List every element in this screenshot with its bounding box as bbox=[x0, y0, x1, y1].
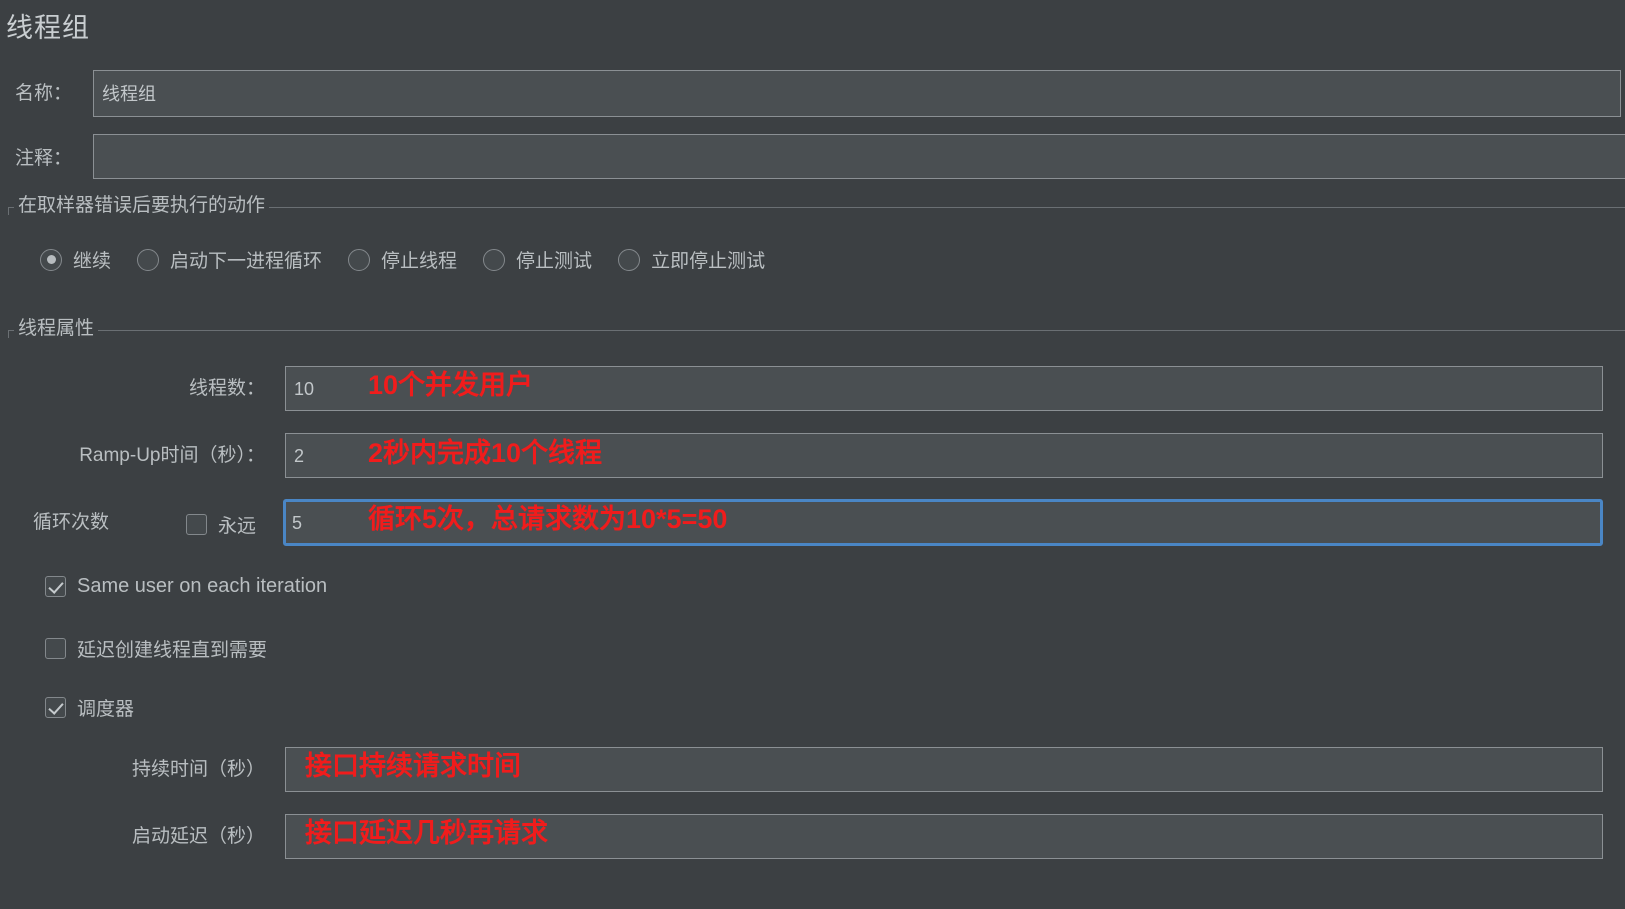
radio-option-continue[interactable]: 继续 bbox=[40, 246, 111, 273]
loop-forever-label: 永远 bbox=[218, 516, 257, 537]
radio-label-stop-test-now: 立即停止测试 bbox=[651, 251, 766, 272]
ramp-up-input[interactable]: 2 bbox=[285, 433, 1603, 478]
radio-icon-stop-test-now bbox=[618, 248, 641, 271]
thread-group-panel: 线程组 名称： 线程组 注释： 在取样器错误后要执行的动作 继续 启动下一进程循… bbox=[0, 0, 1625, 909]
radio-label-stop-test: 停止测试 bbox=[516, 251, 593, 272]
thread-properties-group-tick bbox=[8, 330, 9, 338]
radio-icon-continue bbox=[40, 248, 62, 271]
comment-input[interactable] bbox=[93, 134, 1625, 179]
checkbox-icon-delayed-start bbox=[45, 638, 66, 659]
radio-label-continue: 继续 bbox=[73, 251, 112, 272]
startup-delay-label: 启动延迟（秒） bbox=[131, 826, 265, 847]
num-threads-input[interactable]: 10 bbox=[285, 366, 1603, 411]
name-input[interactable]: 线程组 bbox=[93, 70, 1621, 117]
duration-label: 持续时间（秒） bbox=[131, 759, 265, 780]
page-title: 线程组 bbox=[6, 13, 90, 43]
sampler-error-group-tick bbox=[8, 207, 9, 215]
sampler-error-radio-group: 继续 启动下一进程循环 停止线程 停止测试 立即停止测试 bbox=[40, 246, 791, 273]
loop-count-input[interactable]: 5 bbox=[283, 499, 1603, 546]
checkbox-icon-scheduler bbox=[45, 697, 66, 718]
thread-properties-group-title: 线程属性 bbox=[14, 319, 99, 339]
radio-option-stop-test[interactable]: 停止测试 bbox=[483, 246, 592, 273]
checkbox-icon-same-user bbox=[45, 576, 66, 597]
sampler-error-group-title: 在取样器错误后要执行的动作 bbox=[14, 196, 270, 216]
same-user-label: Same user on each iteration bbox=[77, 575, 328, 597]
same-user-checkbox[interactable]: Same user on each iteration bbox=[45, 575, 327, 598]
scheduler-label: 调度器 bbox=[77, 699, 135, 720]
thread-properties-group-border bbox=[8, 330, 1625, 331]
num-threads-value: 10 bbox=[294, 378, 315, 399]
name-input-value: 线程组 bbox=[102, 83, 156, 104]
startup-delay-input[interactable] bbox=[285, 814, 1603, 859]
radio-icon-start-next-loop bbox=[137, 248, 160, 271]
comment-label: 注释： bbox=[14, 148, 72, 169]
radio-option-stop-test-now[interactable]: 立即停止测试 bbox=[618, 246, 765, 273]
loop-count-value: 5 bbox=[292, 512, 303, 533]
checkbox-icon-forever bbox=[186, 514, 207, 535]
ramp-up-label: Ramp-Up时间（秒）： bbox=[79, 445, 265, 466]
radio-option-start-next-loop[interactable]: 启动下一进程循环 bbox=[137, 246, 322, 273]
delayed-start-label: 延迟创建线程直到需要 bbox=[77, 640, 268, 661]
scheduler-checkbox[interactable]: 调度器 bbox=[45, 694, 134, 721]
num-threads-label: 线程数： bbox=[188, 378, 265, 399]
radio-icon-stop-thread bbox=[348, 248, 371, 271]
radio-label-start-next-loop: 启动下一进程循环 bbox=[170, 251, 323, 272]
loop-count-label: 循环次数 bbox=[33, 512, 110, 533]
radio-label-stop-thread: 停止线程 bbox=[381, 251, 458, 272]
radio-icon-stop-test bbox=[483, 248, 506, 271]
radio-option-stop-thread[interactable]: 停止线程 bbox=[348, 246, 457, 273]
name-label: 名称： bbox=[14, 83, 72, 104]
loop-forever-checkbox[interactable]: 永远 bbox=[186, 511, 256, 538]
ramp-up-value: 2 bbox=[294, 445, 305, 466]
duration-input[interactable] bbox=[285, 747, 1603, 792]
delayed-start-checkbox[interactable]: 延迟创建线程直到需要 bbox=[45, 635, 267, 662]
